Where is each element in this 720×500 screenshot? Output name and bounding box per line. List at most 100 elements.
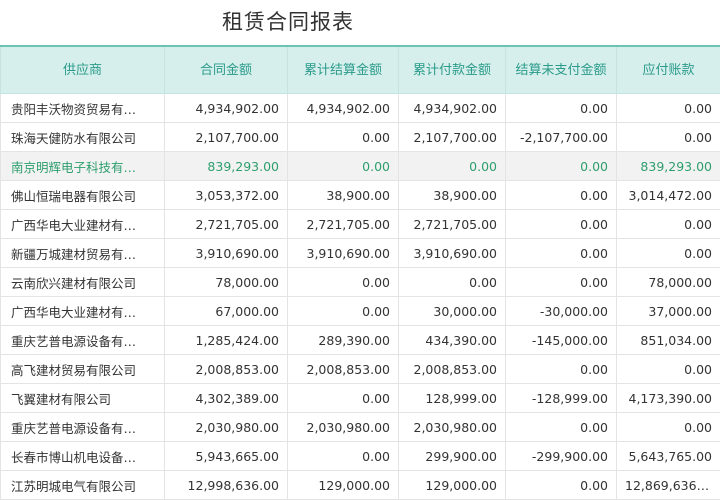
table-row[interactable]: 飞翼建材有限公司4,302,389.000.00128,999.00-128,9…	[1, 384, 720, 413]
cell-settled-amount: 38,900.00	[288, 181, 399, 210]
cell-settled-amount: 129,000.00	[288, 471, 399, 500]
cell-paid-amount: 129,000.00	[399, 471, 506, 500]
cell-unpaid-amount: 0.00	[506, 181, 617, 210]
cell-unpaid-amount: -299,900.00	[506, 442, 617, 471]
cell-supplier: 珠海天健防水有限公司	[1, 123, 165, 152]
cell-payable: 839,293.00	[617, 152, 720, 181]
cell-paid-amount: 299,900.00	[399, 442, 506, 471]
cell-supplier: 长春市博山机电设备…	[1, 442, 165, 471]
cell-paid-amount: 2,721,705.00	[399, 210, 506, 239]
cell-unpaid-amount: 0.00	[506, 413, 617, 442]
cell-payable: 0.00	[617, 239, 720, 268]
table-row[interactable]: 珠海天健防水有限公司2,107,700.000.002,107,700.00-2…	[1, 123, 720, 152]
cell-contract-amount: 3,053,372.00	[165, 181, 288, 210]
cell-settled-amount: 0.00	[288, 152, 399, 181]
cell-contract-amount: 1,285,424.00	[165, 326, 288, 355]
report-header: 租赁合同报表	[0, 0, 720, 45]
cell-unpaid-amount: -145,000.00	[506, 326, 617, 355]
cell-supplier: 贵阳丰沃物资贸易有…	[1, 94, 165, 123]
cell-contract-amount: 78,000.00	[165, 268, 288, 297]
table-row[interactable]: 贵阳丰沃物资贸易有…4,934,902.004,934,902.004,934,…	[1, 94, 720, 123]
table-row[interactable]: 高飞建材贸易有限公司2,008,853.002,008,853.002,008,…	[1, 355, 720, 384]
cell-settled-amount: 2,008,853.00	[288, 355, 399, 384]
cell-unpaid-amount: -2,107,700.00	[506, 123, 617, 152]
cell-payable: 5,643,765.00	[617, 442, 720, 471]
cell-contract-amount: 2,008,853.00	[165, 355, 288, 384]
column-header-paid-amount[interactable]: 累计付款金额	[399, 46, 506, 94]
table-row[interactable]: 广西华电大业建材有…2,721,705.002,721,705.002,721,…	[1, 210, 720, 239]
cell-contract-amount: 2,107,700.00	[165, 123, 288, 152]
cell-supplier: 高飞建材贸易有限公司	[1, 355, 165, 384]
cell-unpaid-amount: 0.00	[506, 471, 617, 500]
cell-contract-amount: 2,721,705.00	[165, 210, 288, 239]
cell-contract-amount: 5,943,665.00	[165, 442, 288, 471]
table-row[interactable]: 重庆艺普电源设备有…2,030,980.002,030,980.002,030,…	[1, 413, 720, 442]
cell-supplier: 飞翼建材有限公司	[1, 384, 165, 413]
header-row: 供应商 合同金额 累计结算金额 累计付款金额 结算未支付金额 应付账款	[1, 46, 720, 94]
cell-payable: 12,869,636....	[617, 471, 720, 500]
cell-supplier: 江苏明城电气有限公司	[1, 471, 165, 500]
cell-paid-amount: 128,999.00	[399, 384, 506, 413]
report-table: 供应商 合同金额 累计结算金额 累计付款金额 结算未支付金额 应付账款 贵阳丰沃…	[0, 45, 720, 500]
cell-payable: 4,173,390.00	[617, 384, 720, 413]
cell-paid-amount: 38,900.00	[399, 181, 506, 210]
table-row[interactable]: 新疆万城建材贸易有…3,910,690.003,910,690.003,910,…	[1, 239, 720, 268]
cell-paid-amount: 3,910,690.00	[399, 239, 506, 268]
table-body: 贵阳丰沃物资贸易有…4,934,902.004,934,902.004,934,…	[1, 94, 720, 500]
table-header: 供应商 合同金额 累计结算金额 累计付款金额 结算未支付金额 应付账款	[1, 46, 720, 94]
cell-contract-amount: 3,910,690.00	[165, 239, 288, 268]
cell-paid-amount: 434,390.00	[399, 326, 506, 355]
cell-settled-amount: 289,390.00	[288, 326, 399, 355]
cell-paid-amount: 4,934,902.00	[399, 94, 506, 123]
cell-contract-amount: 4,302,389.00	[165, 384, 288, 413]
table-row[interactable]: 江苏明城电气有限公司12,998,636.00129,000.00129,000…	[1, 471, 720, 500]
table-row[interactable]: 云南欣兴建材有限公司78,000.000.000.000.0078,000.00	[1, 268, 720, 297]
table-row[interactable]: 广西华电大业建材有…67,000.000.0030,000.00-30,000.…	[1, 297, 720, 326]
column-header-unpaid-amount[interactable]: 结算未支付金额	[506, 46, 617, 94]
cell-unpaid-amount: -30,000.00	[506, 297, 617, 326]
cell-supplier: 南京明辉电子科技有…	[1, 152, 165, 181]
cell-contract-amount: 839,293.00	[165, 152, 288, 181]
cell-payable: 0.00	[617, 210, 720, 239]
cell-supplier: 云南欣兴建材有限公司	[1, 268, 165, 297]
cell-unpaid-amount: 0.00	[506, 210, 617, 239]
cell-unpaid-amount: 0.00	[506, 152, 617, 181]
cell-supplier: 广西华电大业建材有…	[1, 210, 165, 239]
cell-unpaid-amount: 0.00	[506, 355, 617, 384]
cell-payable: 0.00	[617, 123, 720, 152]
cell-payable: 0.00	[617, 94, 720, 123]
column-header-supplier[interactable]: 供应商	[1, 46, 165, 94]
table-row[interactable]: 长春市博山机电设备…5,943,665.000.00299,900.00-299…	[1, 442, 720, 471]
cell-unpaid-amount: 0.00	[506, 268, 617, 297]
cell-settled-amount: 2,721,705.00	[288, 210, 399, 239]
cell-payable: 851,034.00	[617, 326, 720, 355]
table-row[interactable]: 南京明辉电子科技有…839,293.000.000.000.00839,293.…	[1, 152, 720, 181]
report-title: 租赁合同报表	[222, 6, 354, 36]
column-header-payable[interactable]: 应付账款	[617, 46, 720, 94]
cell-contract-amount: 67,000.00	[165, 297, 288, 326]
table-row[interactable]: 重庆艺普电源设备有…1,285,424.00289,390.00434,390.…	[1, 326, 720, 355]
cell-paid-amount: 30,000.00	[399, 297, 506, 326]
cell-settled-amount: 0.00	[288, 442, 399, 471]
cell-unpaid-amount: -128,999.00	[506, 384, 617, 413]
table-row[interactable]: 佛山恒瑞电器有限公司3,053,372.0038,900.0038,900.00…	[1, 181, 720, 210]
cell-paid-amount: 0.00	[399, 152, 506, 181]
cell-payable: 78,000.00	[617, 268, 720, 297]
cell-settled-amount: 0.00	[288, 268, 399, 297]
cell-contract-amount: 4,934,902.00	[165, 94, 288, 123]
cell-paid-amount: 2,107,700.00	[399, 123, 506, 152]
cell-contract-amount: 2,030,980.00	[165, 413, 288, 442]
cell-paid-amount: 2,008,853.00	[399, 355, 506, 384]
cell-payable: 37,000.00	[617, 297, 720, 326]
cell-supplier: 广西华电大业建材有…	[1, 297, 165, 326]
cell-supplier: 重庆艺普电源设备有…	[1, 326, 165, 355]
column-header-contract-amount[interactable]: 合同金额	[165, 46, 288, 94]
cell-supplier: 重庆艺普电源设备有…	[1, 413, 165, 442]
cell-payable: 0.00	[617, 413, 720, 442]
cell-settled-amount: 3,910,690.00	[288, 239, 399, 268]
column-header-settled-amount[interactable]: 累计结算金额	[288, 46, 399, 94]
cell-settled-amount: 4,934,902.00	[288, 94, 399, 123]
cell-settled-amount: 0.00	[288, 297, 399, 326]
cell-payable: 0.00	[617, 355, 720, 384]
cell-contract-amount: 12,998,636.00	[165, 471, 288, 500]
